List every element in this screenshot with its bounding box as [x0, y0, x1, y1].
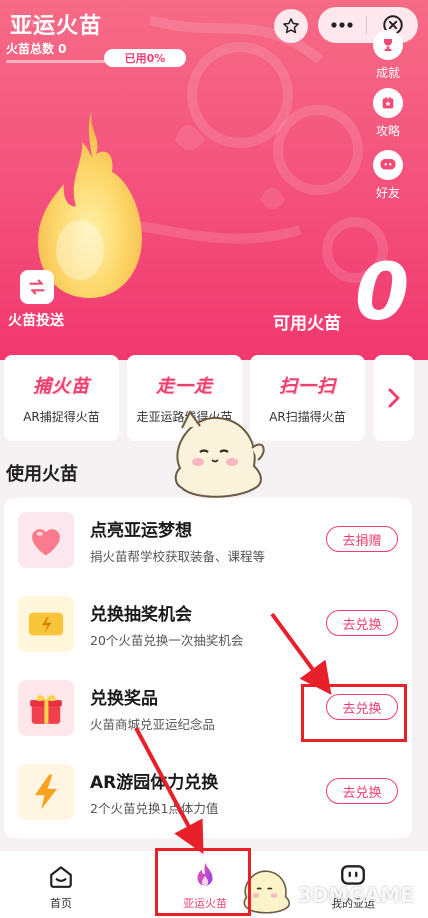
- use-flame-list: 点亮亚运梦想 捐火苗帮学校获取装备、课程等 去捐赠 兑换抽奖机会 20个火苗兑换…: [4, 498, 412, 838]
- usage-progress-bar: [6, 60, 106, 63]
- list-item: 点亮亚运梦想 捐火苗帮学校获取装备、课程等 去捐赠: [4, 498, 412, 582]
- mascot-icon: [174, 410, 265, 498]
- page-title: 亚运火苗: [10, 14, 103, 39]
- section-title: 使用火苗: [6, 464, 78, 485]
- home-icon: [46, 861, 76, 891]
- action-card-title: 走一走: [156, 375, 213, 397]
- item-name: 兑换奖品: [90, 689, 158, 709]
- guide-icon: [373, 88, 403, 118]
- flame-total: 火苗总数 0: [6, 42, 67, 56]
- action-card-catch[interactable]: 捕火苗 AR捕捉得火苗: [4, 355, 119, 441]
- redeem-prize-button[interactable]: 去兑换: [326, 694, 398, 720]
- action-card-subtitle: AR捕捉得火苗: [23, 409, 100, 424]
- action-card-title: 捕火苗: [33, 375, 90, 397]
- item-name: 点亮亚运梦想: [90, 521, 192, 541]
- lightning-icon: [18, 764, 74, 820]
- list-item: 兑换抽奖机会 20个火苗兑换一次抽奖机会 去兑换: [4, 582, 412, 666]
- tab-home-label: 首页: [50, 897, 72, 910]
- available-flame-label: 可用火苗: [273, 314, 341, 334]
- guide-button[interactable]: 攻略: [366, 88, 410, 139]
- item-description: 捐火苗帮学校获取装备、课程等: [90, 549, 266, 564]
- star-icon: [283, 18, 299, 34]
- tab-home[interactable]: 首页: [16, 851, 106, 918]
- item-description: 2个火苗兑换1点体力值: [90, 801, 219, 816]
- ticket-icon: [18, 596, 74, 652]
- more-button[interactable]: [318, 7, 366, 43]
- action-card-subtitle: AR扫描得火苗: [269, 409, 346, 424]
- more-dots-icon: [331, 22, 353, 28]
- tab-flame-label: 亚运火苗: [183, 897, 227, 910]
- redeem-stamina-button[interactable]: 去兑换: [326, 778, 398, 804]
- achievements-button[interactable]: 成就: [366, 30, 410, 81]
- item-name: 兑换抽奖机会: [90, 605, 192, 625]
- hero-banner: 1 mes 亚运火苗 火苗总数 0 已用0% 成就 攻略 好友 火苗投送 可用火…: [0, 0, 428, 360]
- donate-button[interactable]: 去捐赠: [326, 526, 398, 552]
- friends-button[interactable]: 好友: [366, 150, 410, 201]
- list-item: 兑换奖品 火苗商城兑亚运纪念品 去兑换: [4, 666, 412, 750]
- mascot-small-icon: [243, 870, 291, 914]
- used-percent-badge: 已用0%: [104, 49, 186, 67]
- chevron-right-icon: [388, 388, 400, 408]
- list-item: AR游园体力兑换 2个火苗兑换1点体力值 去兑换: [4, 750, 412, 834]
- heart-icon: [18, 512, 74, 568]
- chat-icon: [373, 150, 403, 180]
- achievements-label: 成就: [375, 66, 400, 80]
- give-flame-label: 火苗投送: [8, 313, 64, 329]
- item-description: 20个火苗兑换一次抽奖机会: [90, 633, 244, 648]
- available-flame-count: 0: [355, 248, 410, 338]
- redeem-lottery-button[interactable]: 去兑换: [326, 610, 398, 636]
- give-flame-button[interactable]: [20, 270, 54, 304]
- trophy-icon: [373, 30, 403, 60]
- watermark-text: 3DMGAME: [298, 883, 414, 907]
- item-description: 火苗商城兑亚运纪念品: [90, 717, 216, 732]
- gift-icon: [18, 680, 74, 736]
- flame-icon: [190, 861, 220, 891]
- more-actions-button[interactable]: [374, 355, 414, 441]
- action-card-title: 扫一扫: [279, 375, 336, 397]
- guide-label: 攻略: [375, 124, 400, 138]
- favorite-button[interactable]: [274, 9, 308, 43]
- item-name: AR游园体力兑换: [90, 773, 219, 793]
- transfer-icon: [29, 279, 45, 295]
- friends-label: 好友: [375, 186, 400, 200]
